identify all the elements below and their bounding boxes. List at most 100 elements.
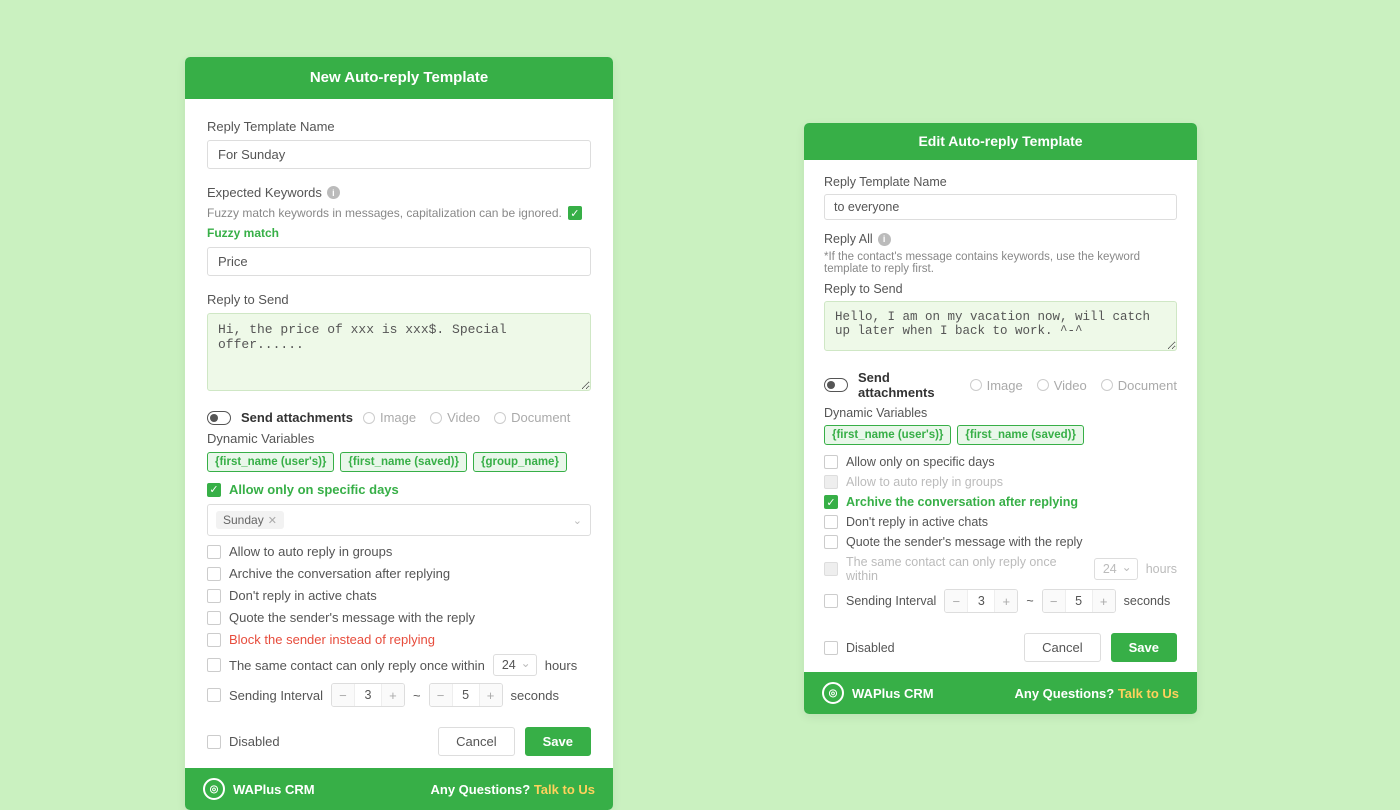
- checkbox-icon[interactable]: [207, 611, 221, 625]
- checkbox-icon[interactable]: [207, 567, 221, 581]
- keywords-label-text: Expected Keywords: [207, 185, 322, 200]
- radio-video[interactable]: Video: [1037, 378, 1087, 393]
- interval-from-stepper[interactable]: − 3 +: [331, 683, 405, 707]
- info-icon[interactable]: i: [327, 186, 340, 199]
- opt-disabled[interactable]: Disabled: [824, 641, 895, 655]
- opt-dont-active[interactable]: Don't reply in active chats: [207, 588, 591, 603]
- opt-archive[interactable]: Archive the conversation after replying: [207, 566, 591, 581]
- fuzzy-label: Fuzzy match: [207, 226, 279, 240]
- days-select[interactable]: Sunday ✕ ⌄: [207, 504, 591, 536]
- brand-text: WAPlus CRM: [852, 686, 934, 701]
- reply-textarea[interactable]: [824, 301, 1177, 351]
- brand-badge-icon: ◎: [203, 778, 225, 800]
- stepper-value: 5: [1065, 590, 1093, 612]
- dynvar-chip[interactable]: {first_name (user's)}: [207, 452, 334, 472]
- checkbox-icon[interactable]: [824, 594, 838, 608]
- footer-cta: Any Questions? Talk to Us: [431, 782, 595, 797]
- checkbox-icon[interactable]: [824, 535, 838, 549]
- radio-image[interactable]: Image: [363, 410, 416, 425]
- dynvar-chip[interactable]: {first_name (saved)}: [340, 452, 467, 472]
- checkbox-icon: [824, 475, 838, 489]
- attachment-type-group: Image Video Document: [363, 410, 570, 425]
- dynvar-chip[interactable]: {group_name}: [473, 452, 567, 472]
- checkbox-icon[interactable]: [207, 688, 221, 702]
- checkbox-icon[interactable]: [207, 633, 221, 647]
- opt-disabled[interactable]: Disabled: [207, 734, 280, 749]
- interval-to-stepper[interactable]: − 5 +: [1042, 589, 1116, 613]
- attachments-row: Send attachments Image Video Document: [207, 410, 591, 425]
- opt-allow-days[interactable]: Allow only on specific days: [824, 455, 1177, 469]
- minus-button[interactable]: −: [945, 590, 967, 612]
- interval-from-stepper[interactable]: − 3 +: [944, 589, 1018, 613]
- attachments-label: Send attachments: [241, 410, 353, 425]
- radio-circle-icon: [970, 379, 982, 391]
- attachment-type-group: Image Video Document: [970, 378, 1177, 393]
- minus-button[interactable]: −: [332, 684, 354, 706]
- template-name-label: Reply Template Name: [824, 175, 1177, 189]
- save-button[interactable]: Save: [525, 727, 591, 756]
- opt-block[interactable]: Block the sender instead of replying: [207, 632, 591, 647]
- reply-textarea[interactable]: [207, 313, 591, 391]
- plus-button[interactable]: +: [995, 590, 1017, 612]
- dynvar-label: Dynamic Variables: [824, 406, 1177, 420]
- talk-to-us-link[interactable]: Talk to Us: [534, 782, 595, 797]
- close-icon[interactable]: ✕: [268, 514, 277, 527]
- cancel-button[interactable]: Cancel: [1024, 633, 1100, 662]
- save-button[interactable]: Save: [1111, 633, 1177, 662]
- footer-cta: Any Questions? Talk to Us: [1015, 686, 1179, 701]
- attachments-toggle[interactable]: [824, 378, 848, 392]
- attachments-toggle[interactable]: [207, 411, 231, 425]
- radio-document[interactable]: Document: [1101, 378, 1177, 393]
- fuzzy-checkbox[interactable]: [568, 206, 582, 220]
- opt-quote[interactable]: Quote the sender's message with the repl…: [207, 610, 591, 625]
- allow-days-row[interactable]: Allow only on specific days: [207, 482, 591, 497]
- checkbox-icon[interactable]: [207, 735, 221, 749]
- card-body: Reply Template Name Reply All i *If the …: [804, 160, 1197, 672]
- minus-button[interactable]: −: [430, 684, 452, 706]
- dynvar-chip[interactable]: {first_name (saved)}: [957, 425, 1084, 445]
- dynvar-chips: {first_name (user's)} {first_name (saved…: [207, 452, 591, 472]
- interval-to-stepper[interactable]: − 5 +: [429, 683, 503, 707]
- reply-label: Reply to Send: [207, 292, 591, 307]
- dynvar-chips: {first_name (user's)} {first_name (saved…: [824, 425, 1177, 445]
- minus-button[interactable]: −: [1043, 590, 1065, 612]
- opt-same-contact[interactable]: The same contact can only reply once wit…: [207, 654, 591, 676]
- checkbox-icon[interactable]: [824, 515, 838, 529]
- radio-video[interactable]: Video: [430, 410, 480, 425]
- template-name-input[interactable]: [207, 140, 591, 169]
- plus-button[interactable]: +: [382, 684, 404, 706]
- card-body: Reply Template Name Expected Keywords i …: [185, 99, 613, 768]
- info-icon[interactable]: i: [878, 233, 891, 246]
- brand-badge-icon: ◎: [822, 682, 844, 704]
- footer-row: Disabled Cancel Save: [207, 727, 591, 756]
- opt-dont-active[interactable]: Don't reply in active chats: [824, 515, 1177, 529]
- checkbox-icon[interactable]: [207, 483, 221, 497]
- radio-circle-icon: [494, 412, 506, 424]
- opt-quote[interactable]: Quote the sender's message with the repl…: [824, 535, 1177, 549]
- checkbox-icon[interactable]: [824, 455, 838, 469]
- day-tag[interactable]: Sunday ✕: [216, 511, 284, 529]
- radio-document[interactable]: Document: [494, 410, 570, 425]
- stepper-value: 5: [452, 684, 480, 706]
- opt-interval[interactable]: Sending Interval − 3 + ~ − 5 + seconds: [207, 683, 591, 707]
- opt-auto-groups[interactable]: Allow to auto reply in groups: [207, 544, 591, 559]
- brand: ◎ WAPlus CRM: [203, 778, 315, 800]
- checkbox-icon[interactable]: [824, 641, 838, 655]
- radio-image[interactable]: Image: [970, 378, 1023, 393]
- dynvar-chip[interactable]: {first_name (user's)}: [824, 425, 951, 445]
- plus-button[interactable]: +: [1093, 590, 1115, 612]
- checkbox-icon[interactable]: [207, 545, 221, 559]
- talk-to-us-link[interactable]: Talk to Us: [1118, 686, 1179, 701]
- template-name-input[interactable]: [824, 194, 1177, 220]
- plus-button[interactable]: +: [480, 684, 502, 706]
- cancel-button[interactable]: Cancel: [438, 727, 514, 756]
- hours-select[interactable]: 24: [493, 654, 537, 676]
- opt-interval[interactable]: Sending Interval − 3 + ~ − 5 + seconds: [824, 589, 1177, 613]
- checkbox-icon[interactable]: [207, 589, 221, 603]
- radio-circle-icon: [363, 412, 375, 424]
- checkbox-icon[interactable]: [207, 658, 221, 672]
- opt-archive[interactable]: Archive the conversation after replying: [824, 495, 1177, 509]
- checkbox-icon[interactable]: [824, 495, 838, 509]
- keywords-input[interactable]: [207, 247, 591, 276]
- attachments-label: Send attachments: [858, 370, 960, 400]
